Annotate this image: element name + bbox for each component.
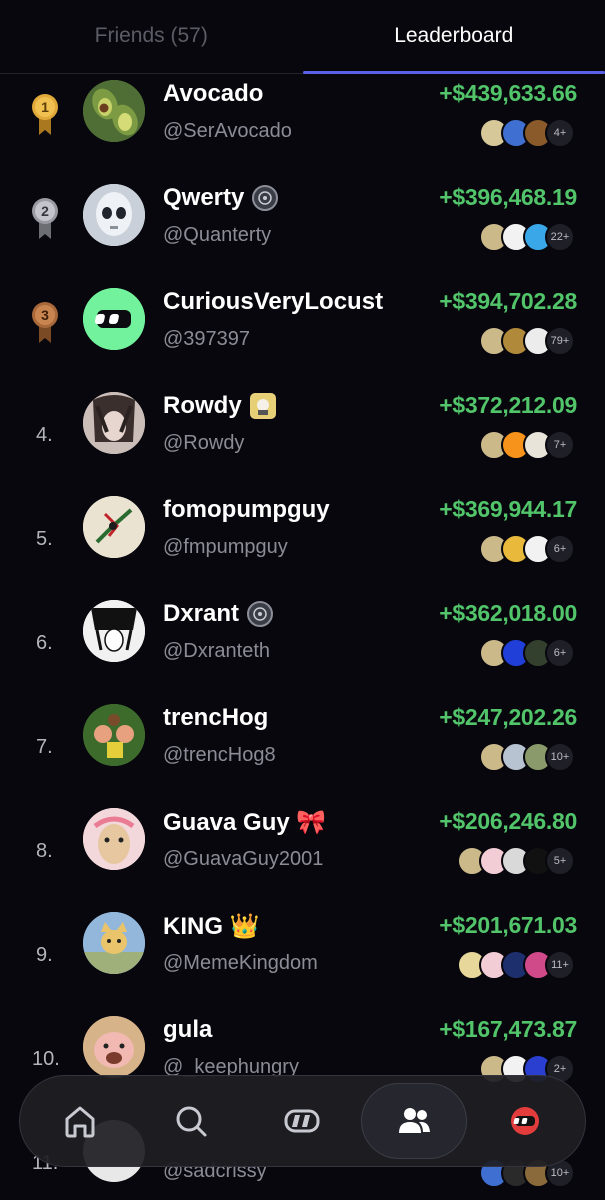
leaderboard-row[interactable]: 1 Avocado @SerAvocado +$439,633.66 4+ [0,74,605,178]
user-handle: @Rowdy [163,432,245,454]
token-stack[interactable]: 7+ [479,430,575,460]
rank-number: 6. [36,632,53,654]
user-name[interactable]: gula [163,1016,212,1044]
rank-number: 7. [36,736,53,758]
token-stack[interactable]: 79+ [479,326,575,356]
profile-icon [511,1107,540,1135]
pnl-amount: +$362,018.00 [439,600,577,626]
user-name[interactable]: fomopumpguy [163,496,330,524]
leaderboard-row[interactable]: 2 Qwerty @Quanterty +$396,468.19 22+ [0,178,605,282]
home-icon [65,1106,95,1138]
svg-text:1: 1 [41,99,49,115]
rank-number: 8. [36,840,53,862]
token-stack[interactable]: 6+ [479,638,575,668]
token-stack[interactable]: 6+ [479,534,575,564]
avatar[interactable] [83,912,145,974]
user-name[interactable]: Qwerty [163,184,244,212]
user-name[interactable]: Dxrant [163,600,239,628]
user-handle: @Dxranteth [163,640,271,662]
more-tokens-count: 6+ [545,638,575,668]
tab-bar: Friends (57) Leaderboard [0,0,605,74]
more-tokens-count: 6+ [545,534,575,564]
more-tokens-count: 4+ [545,118,575,148]
svg-text:3: 3 [41,307,49,323]
rank-number: 9. [36,944,53,966]
user-handle: @SerAvocado [163,120,292,142]
user-handle: @MemeKingdom [163,952,318,974]
more-tokens-count: 22+ [545,222,575,252]
avatar[interactable] [83,496,145,558]
rank-number: 5. [36,528,53,550]
bronze-medal-icon: 3 [32,302,58,343]
nav-home[interactable] [27,1083,133,1159]
avatar[interactable] [83,704,145,766]
leaderboard-row[interactable]: 6. Dxrant @Dxranteth +$362,018.00 6+ [0,594,605,698]
leaderboard-row[interactable]: 5. fomopumpguy @fmpumpguy +$369,944.17 6… [0,490,605,594]
pnl-amount: +$439,633.66 [439,80,577,106]
user-handle: @397397 [163,328,251,350]
more-tokens-count: 7+ [545,430,575,460]
token-stack[interactable]: 22+ [479,222,575,252]
user-name[interactable]: Rowdy [163,392,242,420]
bottom-nav [19,1075,586,1167]
rank-number: 4. [36,424,53,446]
user-handle: @trencHog8 [163,744,276,766]
tab-friends[interactable]: Friends (57) [0,0,303,73]
verified-seal-icon [252,185,279,211]
user-name[interactable]: trencHog [163,704,268,732]
avatar[interactable] [83,808,145,870]
leaderboard-row[interactable]: 9. KING 👑 @MemeKingdom +$201,671.03 11+ [0,906,605,1010]
avatar[interactable] [83,288,145,350]
nav-profile[interactable] [472,1083,578,1159]
pnl-amount: +$206,246.80 [439,808,577,834]
pnl-amount: +$247,202.26 [439,704,577,730]
pnl-amount: +$394,702.28 [439,288,577,314]
avatar[interactable] [83,1016,145,1078]
friends-icon [398,1108,430,1133]
leaderboard-row[interactable]: 7. trencHog @trencHog8 +$247,202.26 10+ [0,698,605,802]
token-stack[interactable]: 4+ [479,118,575,148]
pnl-amount: +$396,468.19 [439,184,577,210]
pnl-amount: +$369,944.17 [439,496,577,522]
verified-seal-icon [247,601,274,627]
search-icon [176,1106,207,1137]
user-name[interactable]: Guava Guy 🎀 [163,808,326,837]
more-tokens-count: 79+ [545,326,575,356]
user-name[interactable]: Avocado [163,80,263,108]
more-tokens-count: 11+ [545,950,575,980]
user-handle: @Quanterty [163,224,272,246]
avatar[interactable] [83,80,145,142]
avatar[interactable] [83,600,145,662]
avatar[interactable] [83,184,145,246]
pnl-amount: +$201,671.03 [439,912,577,938]
leaderboard-row[interactable]: 3 CuriousVeryLocust @397397 +$394,702.28… [0,282,605,386]
nav-search[interactable] [138,1083,244,1159]
pnl-amount: +$167,473.87 [439,1016,577,1042]
user-name[interactable]: CuriousVeryLocust [163,288,383,316]
more-tokens-count: 5+ [545,846,575,876]
pfp-badge-icon [249,393,276,419]
leaderboard-list[interactable]: 1 Avocado @SerAvocado +$439,633.66 4+ 2 … [0,74,605,1200]
tab-leaderboard[interactable]: Leaderboard [302,0,605,74]
more-tokens-count: 10+ [545,742,575,772]
user-handle: @fmpumpguy [163,536,288,558]
app-logo-icon [284,1109,320,1133]
gold-medal-icon: 1 [32,94,58,135]
user-handle: @GuavaGuy2001 [163,848,324,870]
nav-app-home[interactable] [249,1083,355,1159]
token-stack[interactable]: 11+ [457,950,575,980]
avatar[interactable] [83,392,145,454]
user-name[interactable]: KING 👑 [163,912,260,941]
svg-text:2: 2 [41,203,49,219]
leaderboard-row[interactable]: 4. Rowdy @Rowdy +$372,212.09 7+ [0,386,605,490]
token-stack[interactable]: 5+ [457,846,575,876]
leaderboard-row[interactable]: 8. Guava Guy 🎀 @GuavaGuy2001 +$206,246.8… [0,802,605,906]
token-stack[interactable]: 10+ [479,742,575,772]
silver-medal-icon: 2 [32,198,58,239]
nav-friends[interactable] [360,1083,467,1159]
rank-number: 10. [32,1048,60,1070]
pnl-amount: +$372,212.09 [439,392,577,418]
